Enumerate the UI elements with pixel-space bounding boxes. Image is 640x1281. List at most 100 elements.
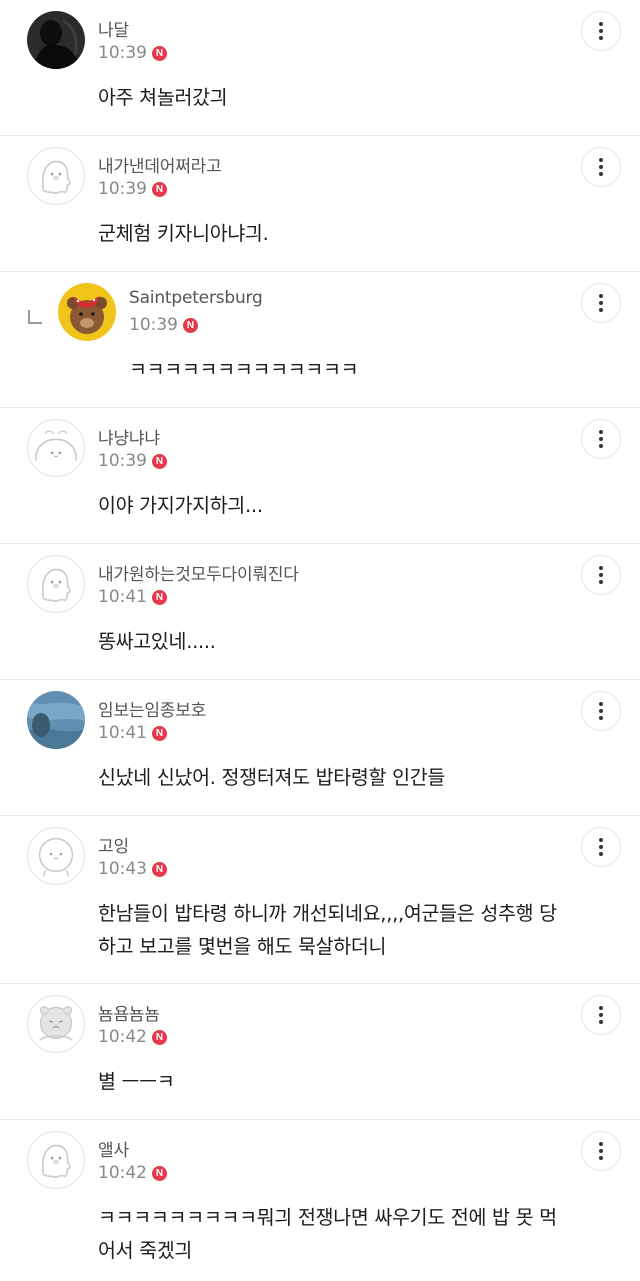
dot-icon bbox=[599, 709, 603, 713]
dot-icon bbox=[599, 716, 603, 720]
comment-meta: 10:39 N bbox=[98, 43, 167, 63]
more-options-button[interactable] bbox=[581, 555, 621, 595]
comment-meta: 10:39 N bbox=[98, 451, 167, 471]
new-badge: N bbox=[152, 45, 167, 61]
comment-text: 이야 가지가지하긔... bbox=[98, 494, 263, 517]
new-badge: N bbox=[152, 1029, 167, 1045]
comment-item: 내가낸데어쩌라고 10:39 N 군체험 키자니아냐긔. bbox=[0, 136, 640, 272]
dot-icon bbox=[599, 566, 603, 570]
avatar-teddy-bear-photo[interactable] bbox=[58, 283, 116, 341]
comment-item: 나달 10:39 N 아주 쳐놀러갔긔 bbox=[0, 0, 640, 136]
dot-icon bbox=[599, 845, 603, 849]
reply-indicator-icon bbox=[28, 310, 42, 324]
avatar-ghost-character-icon[interactable] bbox=[27, 555, 85, 613]
dot-icon bbox=[599, 165, 603, 169]
comment-item: 내가원하는것모두다이뤄진다 10:41 N 똥싸고있네..... bbox=[0, 544, 640, 680]
timestamp: 10:39 bbox=[98, 451, 147, 471]
timestamp: 10:39 bbox=[98, 43, 147, 63]
timestamp: 10:41 bbox=[98, 723, 147, 743]
timestamp: 10:39 bbox=[129, 315, 178, 335]
avatar-round-face-character-icon[interactable] bbox=[27, 827, 85, 885]
dot-icon bbox=[599, 437, 603, 441]
new-badge: N bbox=[152, 725, 167, 741]
dot-icon bbox=[599, 838, 603, 842]
timestamp: 10:42 bbox=[98, 1027, 147, 1047]
username[interactable]: 고잉 bbox=[98, 832, 129, 857]
avatar-sad-bear-character-icon[interactable] bbox=[27, 995, 85, 1053]
comment-meta: 10:39 N bbox=[129, 315, 198, 335]
dot-icon bbox=[599, 1013, 603, 1017]
more-options-button[interactable] bbox=[581, 827, 621, 867]
comment-meta: 10:41 N bbox=[98, 587, 167, 607]
avatar-round-bun-character-icon[interactable] bbox=[27, 419, 85, 477]
dot-icon bbox=[599, 702, 603, 706]
comment-text: 똥싸고있네..... bbox=[98, 630, 216, 653]
comment-text: ㅋㅋㅋㅋㅋㅋㅋㅋㅋㅋㅋㅋㅋ bbox=[129, 358, 359, 381]
dot-icon bbox=[599, 430, 603, 434]
dot-icon bbox=[599, 294, 603, 298]
dot-icon bbox=[599, 172, 603, 176]
new-badge: N bbox=[183, 317, 198, 333]
avatar-ghost-character-icon[interactable] bbox=[27, 1131, 85, 1189]
username[interactable]: 앨사 bbox=[98, 1136, 129, 1161]
username[interactable]: 내가낸데어쩌라고 bbox=[98, 152, 222, 177]
more-options-button[interactable] bbox=[581, 419, 621, 459]
dot-icon bbox=[599, 573, 603, 577]
username[interactable]: 나달 bbox=[98, 16, 129, 41]
comment-text: 아주 쳐놀러갔긔 bbox=[98, 86, 228, 109]
avatar-ghost-character-icon[interactable] bbox=[27, 147, 85, 205]
more-options-button[interactable] bbox=[581, 691, 621, 731]
more-options-button[interactable] bbox=[581, 283, 621, 323]
comment-meta: 10:39 N bbox=[98, 179, 167, 199]
dot-icon bbox=[599, 852, 603, 856]
comment-text: 군체험 키자니아냐긔. bbox=[98, 222, 269, 245]
timestamp: 10:41 bbox=[98, 587, 147, 607]
comment-list: 나달 10:39 N 아주 쳐놀러갔긔 내가낸데어쩌라고 10:39 N 군체험… bbox=[0, 0, 640, 1281]
new-badge: N bbox=[152, 453, 167, 469]
dot-icon bbox=[599, 36, 603, 40]
comment-item: 임보는임종보호 10:41 N 신났네 신났어. 정쟁터져도 밥타령할 인간들 bbox=[0, 680, 640, 816]
dot-icon bbox=[599, 1149, 603, 1153]
comment-item: 고잉 10:43 N 한남들이 밥타령 하니까 개선되네요,,,,여군들은 성추… bbox=[0, 816, 640, 984]
dot-icon bbox=[599, 158, 603, 162]
username[interactable]: 내가원하는것모두다이뤄진다 bbox=[98, 560, 299, 585]
dot-icon bbox=[599, 301, 603, 305]
new-badge: N bbox=[152, 861, 167, 877]
comment-meta: 10:41 N bbox=[98, 723, 167, 743]
username[interactable]: 냐냥냐냐 bbox=[98, 424, 160, 449]
username[interactable]: 임보는임종보호 bbox=[98, 696, 206, 721]
timestamp: 10:43 bbox=[98, 859, 147, 879]
username[interactable]: Saintpetersburg bbox=[129, 288, 263, 308]
timestamp: 10:39 bbox=[98, 179, 147, 199]
new-badge: N bbox=[152, 181, 167, 197]
comment-item: 앨사 10:42 N ㅋㅋㅋㅋㅋㅋㅋㅋㅋ뭐긔 전쟁나면 싸우기도 전에 밥 못 … bbox=[0, 1120, 640, 1281]
new-badge: N bbox=[152, 1165, 167, 1181]
dot-icon bbox=[599, 1006, 603, 1010]
comment-item: 냐냥냐냐 10:39 N 이야 가지가지하긔... bbox=[0, 408, 640, 544]
more-options-button[interactable] bbox=[581, 11, 621, 51]
comment-meta: 10:42 N bbox=[98, 1027, 167, 1047]
comment-text: 신났네 신났어. 정쟁터져도 밥타령할 인간들 bbox=[98, 766, 446, 789]
dot-icon bbox=[599, 22, 603, 26]
dot-icon bbox=[599, 444, 603, 448]
avatar-silhouette-photo[interactable] bbox=[27, 11, 85, 69]
timestamp: 10:42 bbox=[98, 1163, 147, 1183]
dot-icon bbox=[599, 1156, 603, 1160]
avatar-blue-fabric-photo[interactable] bbox=[27, 691, 85, 749]
more-options-button[interactable] bbox=[581, 995, 621, 1035]
dot-icon bbox=[599, 1020, 603, 1024]
dot-icon bbox=[599, 1142, 603, 1146]
reply-comment-item: Saintpetersburg 10:39 N ㅋㅋㅋㅋㅋㅋㅋㅋㅋㅋㅋㅋㅋ bbox=[0, 272, 640, 408]
comment-text: ㅋㅋㅋㅋㅋㅋㅋㅋㅋ뭐긔 전쟁나면 싸우기도 전에 밥 못 먹어서 죽겠긔 bbox=[98, 1206, 557, 1262]
dot-icon bbox=[599, 580, 603, 584]
comment-meta: 10:43 N bbox=[98, 859, 167, 879]
more-options-button[interactable] bbox=[581, 1131, 621, 1171]
comment-item: 뇸욤뇸뇸 10:42 N 별 ㅡㅡㅋ bbox=[0, 984, 640, 1120]
more-options-button[interactable] bbox=[581, 147, 621, 187]
comment-text: 한남들이 밥타령 하니까 개선되네요,,,,여군들은 성추행 당하고 보고를 몇… bbox=[98, 902, 557, 958]
dot-icon bbox=[599, 29, 603, 33]
comment-text: 별 ㅡㅡㅋ bbox=[98, 1070, 175, 1093]
username[interactable]: 뇸욤뇸뇸 bbox=[98, 1000, 160, 1025]
new-badge: N bbox=[152, 589, 167, 605]
dot-icon bbox=[599, 308, 603, 312]
